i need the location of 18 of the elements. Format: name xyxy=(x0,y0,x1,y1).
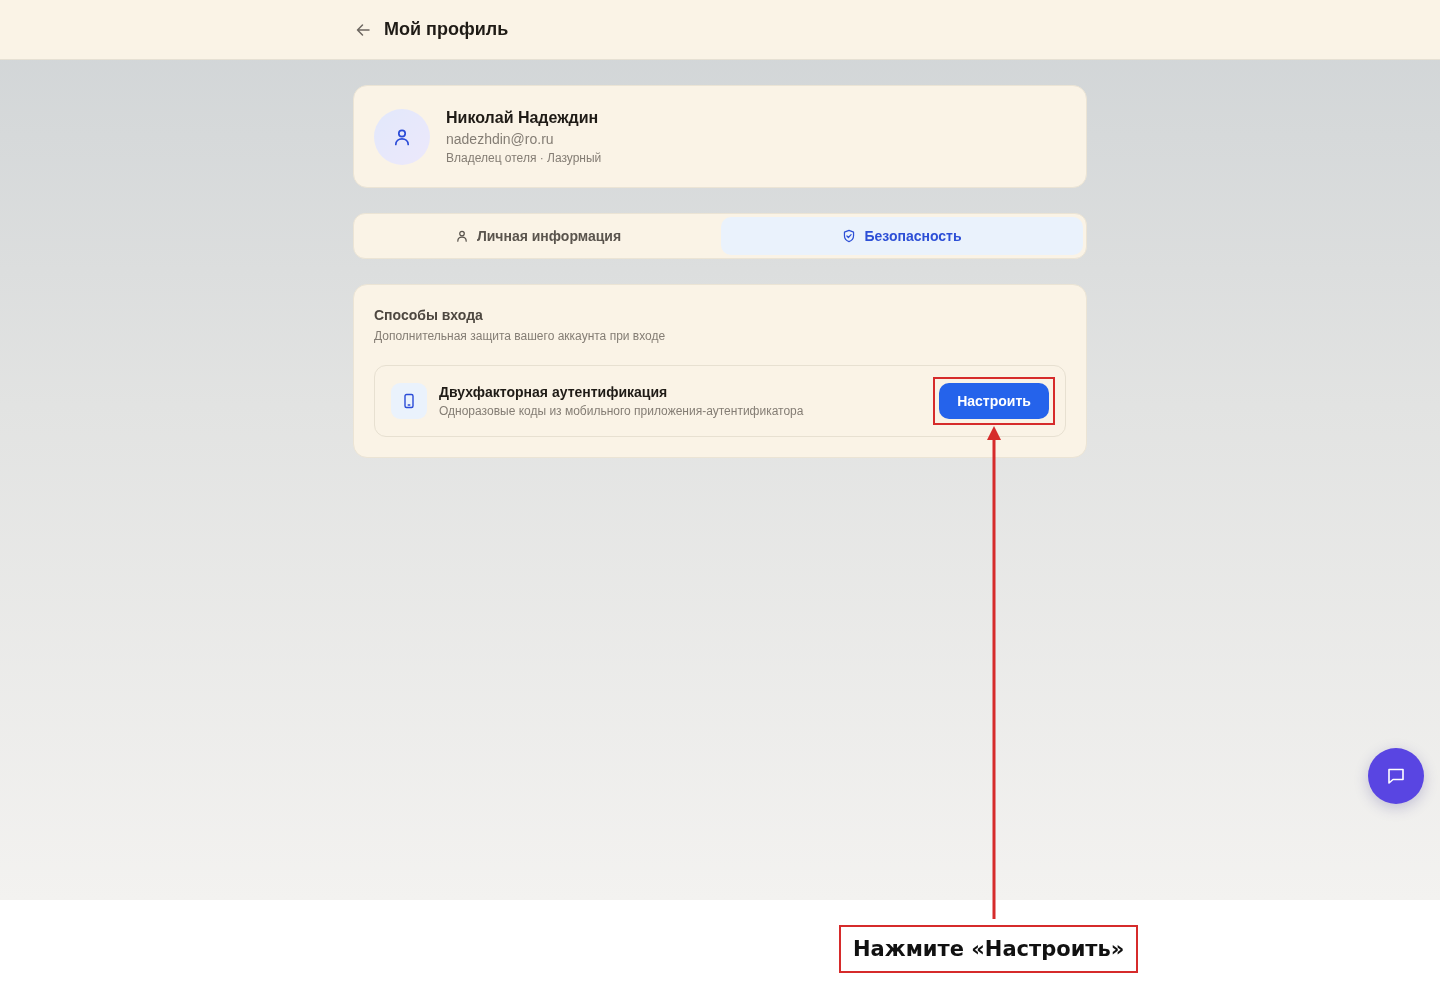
section-subtitle: Дополнительная защита вашего аккаунта при входе xyxy=(374,328,667,345)
back-arrow-icon[interactable] xyxy=(355,21,371,38)
callout-label: Нажмите «Настроить» xyxy=(839,925,1139,973)
shield-check-icon xyxy=(842,229,857,243)
user-email: nadezhdin@ro.ru xyxy=(446,129,555,149)
tab[interactable]: Личная информация xyxy=(357,217,719,255)
method-title: Двухфакторная аутентификация xyxy=(439,383,669,402)
page-title: Мой профиль xyxy=(384,19,509,40)
method-description: Одноразовые коды из мобильного приложения-аутентификатора xyxy=(439,403,805,420)
user-name: Николай Надеждин xyxy=(446,107,600,128)
tab[interactable]: Безопасность xyxy=(721,217,1083,255)
phone-icon xyxy=(391,383,427,419)
user-role: Владелец отеля · Лазурный xyxy=(446,149,602,167)
speech-bubble-icon xyxy=(1386,766,1406,786)
section-title: Способы входа xyxy=(374,306,484,325)
chat-button[interactable] xyxy=(1368,748,1424,804)
person-icon xyxy=(454,229,469,243)
setup-button[interactable]: Настроить xyxy=(939,383,1049,419)
